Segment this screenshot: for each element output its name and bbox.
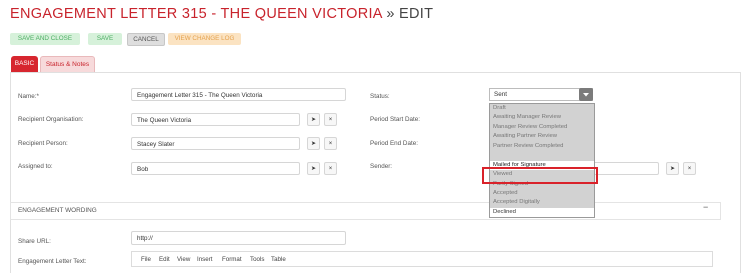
editor-menu-insert[interactable]: Insert (197, 256, 212, 263)
tab-basic[interactable]: BASIC (11, 56, 38, 72)
editor-menu-edit[interactable]: Edit (159, 256, 170, 263)
view-change-log-button[interactable]: VIEW CHANGE LOG (168, 33, 241, 45)
share-url-field[interactable]: http:// (131, 231, 346, 245)
person-pick-button[interactable]: ➤ (307, 137, 320, 150)
engagement-letter-text-label: Engagement Letter Text: (18, 258, 87, 265)
page-title-suffix: » EDIT (386, 6, 434, 22)
status-option[interactable]: Partner Review Completed (490, 142, 594, 151)
status-option[interactable]: Sent (490, 151, 594, 160)
status-option[interactable]: Manager Review Completed (490, 123, 594, 132)
letter-editor[interactable] (131, 251, 713, 267)
assigned-clear-button[interactable]: × (324, 162, 337, 175)
page-title: ENGAGEMENT LETTER 315 - THE QUEEN VICTOR… (10, 6, 433, 22)
recipient-person-field[interactable]: Stacey Slater (131, 137, 300, 150)
cursor-icon: ➤ (310, 141, 317, 147)
status-option[interactable]: Accepted (490, 189, 594, 198)
cursor-icon: ➤ (310, 117, 317, 123)
name-field[interactable]: Engagement Letter 315 - The Queen Victor… (131, 88, 346, 101)
recipient-organisation-field[interactable]: The Queen Victoria (131, 113, 300, 126)
engagement-wording-title: ENGAGEMENT WORDING (18, 207, 97, 214)
cursor-icon: ➤ (310, 166, 317, 172)
status-option[interactable]: Draft (490, 104, 594, 113)
x-icon: × (687, 166, 692, 172)
status-option[interactable]: Declined (490, 207, 594, 218)
editor-menu-table[interactable]: Table (271, 256, 286, 263)
person-clear-button[interactable]: × (324, 137, 337, 150)
collapse-toggle[interactable]: − (703, 202, 708, 212)
x-icon: × (328, 141, 333, 147)
assigned-to-label: Assigned to: (18, 163, 53, 170)
tab-status-notes[interactable]: Status & Notes (40, 56, 95, 72)
status-label: Status: (370, 93, 390, 100)
sender-pick-button[interactable]: ➤ (666, 162, 679, 175)
status-dropdown-toggle[interactable] (579, 88, 593, 101)
cancel-button[interactable]: CANCEL (127, 33, 165, 46)
period-start-label: Period Start Date: (370, 116, 421, 123)
sender-clear-button[interactable]: × (683, 162, 696, 175)
status-option[interactable]: Awaiting Partner Review (490, 132, 594, 141)
x-icon: × (328, 166, 333, 172)
editor-menu-format[interactable]: Format (222, 256, 242, 263)
cursor-icon: ➤ (669, 166, 676, 172)
editor-menu-view[interactable]: View (177, 256, 190, 263)
chevron-down-icon (583, 93, 589, 97)
org-pick-button[interactable]: ➤ (307, 113, 320, 126)
sender-label: Sender: (370, 163, 393, 170)
editor-menu-file[interactable]: File (141, 256, 151, 263)
name-label: Name:* (18, 93, 39, 100)
save-and-close-button[interactable]: SAVE AND CLOSE (10, 33, 80, 45)
editor-menu-tools[interactable]: Tools (250, 256, 264, 263)
share-url-label: Share URL: (18, 238, 51, 245)
assigned-to-field[interactable]: Bob (131, 162, 300, 175)
highlight-box (482, 167, 598, 184)
page-title-main: ENGAGEMENT LETTER 315 - THE QUEEN VICTOR… (10, 6, 382, 22)
x-icon: × (328, 117, 333, 123)
status-dropdown-list: Draft Awaiting Manager Review Manager Re… (489, 103, 595, 219)
period-end-label: Period End Date: (370, 140, 418, 147)
status-option[interactable]: Accepted Digitally (490, 198, 594, 207)
org-clear-button[interactable]: × (324, 113, 337, 126)
status-select[interactable]: Sent (489, 88, 593, 101)
save-button[interactable]: SAVE (88, 33, 122, 45)
assigned-pick-button[interactable]: ➤ (307, 162, 320, 175)
status-option[interactable]: Awaiting Manager Review (490, 113, 594, 122)
recipient-organisation-label: Recipient Organisation: (18, 116, 84, 123)
engagement-wording-header[interactable] (10, 202, 721, 220)
recipient-person-label: Recipient Person: (18, 140, 68, 147)
